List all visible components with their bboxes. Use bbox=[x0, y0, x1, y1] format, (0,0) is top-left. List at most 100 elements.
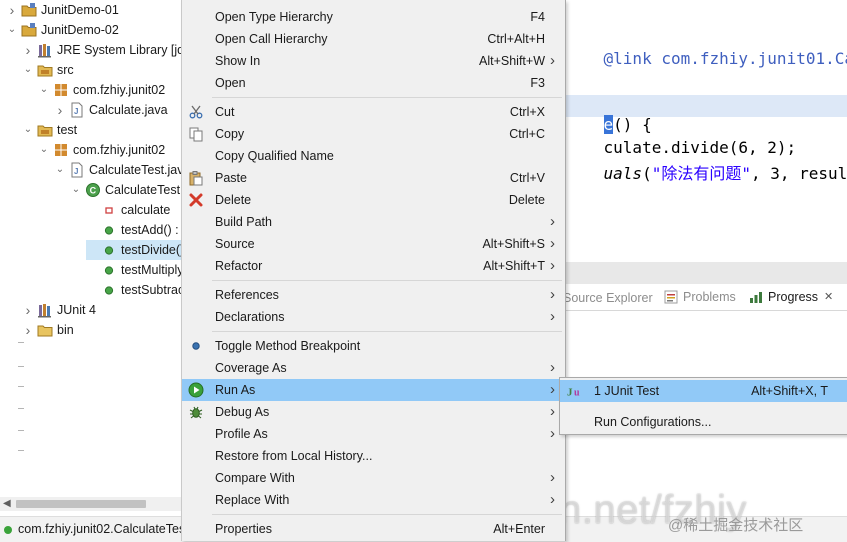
method-icon bbox=[4, 525, 12, 534]
chevron-right-icon[interactable]: › bbox=[22, 40, 34, 60]
tree-item[interactable]: ⌄ JunitDemo-02 bbox=[6, 20, 119, 40]
paste-icon bbox=[188, 170, 204, 186]
close-icon[interactable]: ✕ bbox=[824, 283, 833, 311]
tree-item[interactable]: testAdd() : void bbox=[86, 220, 182, 240]
menu-item-label: Cut bbox=[215, 105, 235, 119]
debug-icon bbox=[188, 404, 204, 420]
menu-item-show-in[interactable]: Show In Alt+Shift+W › bbox=[182, 50, 565, 72]
tree-item[interactable]: › JRE System Library [jd bbox=[22, 40, 182, 60]
tab-progress[interactable]: Progress ✕ bbox=[748, 283, 840, 311]
menu-item-declarations[interactable]: Declarations › bbox=[182, 306, 565, 328]
menu-item-run-as[interactable]: Run As › bbox=[182, 379, 565, 401]
menu-item-open-type-hierarchy[interactable]: Open Type Hierarchy F4 bbox=[182, 6, 565, 28]
submenu-item-1-junit-test[interactable]: Ju 1 JUnit Test Alt+Shift+X, T bbox=[560, 380, 847, 402]
menu-item-toggle-method-breakpoint[interactable]: Toggle Method Breakpoint bbox=[182, 335, 565, 357]
menu-item-shortcut: Ctrl+V bbox=[509, 171, 545, 185]
tree-item[interactable]: › bin bbox=[22, 320, 74, 340]
tree-item[interactable]: ⌄ src bbox=[22, 60, 74, 80]
scroll-left-icon[interactable]: ◀ bbox=[3, 497, 11, 511]
menu-item-label: Run Configurations... bbox=[594, 415, 712, 429]
menu-item-build-path[interactable]: Build Path › bbox=[182, 211, 565, 233]
menu-item-properties[interactable]: Properties Alt+Enter bbox=[182, 518, 565, 540]
menu-item-compare-with[interactable]: Compare With › bbox=[182, 467, 565, 489]
chevron-right-icon[interactable]: › bbox=[22, 300, 34, 320]
menu-item-profile-as[interactable]: Profile As › bbox=[182, 423, 565, 445]
menu-item-copy[interactable]: Copy Ctrl+C bbox=[182, 123, 565, 145]
class-icon: C bbox=[85, 182, 101, 198]
menu-item-debug-as[interactable]: Debug As › bbox=[182, 401, 565, 423]
chevron-down-icon[interactable]: ⌄ bbox=[70, 184, 82, 196]
tree-item[interactable]: › JUnit 4 bbox=[22, 300, 96, 320]
scrollbar-thumb[interactable] bbox=[16, 500, 146, 508]
chevron-right-icon[interactable]: › bbox=[22, 320, 34, 340]
chevron-down-icon[interactable]: ⌄ bbox=[38, 144, 50, 156]
menu-item-replace-with[interactable]: Replace With › bbox=[182, 489, 565, 511]
menu-item-references[interactable]: References › bbox=[182, 284, 565, 306]
divider bbox=[18, 342, 24, 343]
menu-item-refactor[interactable]: Refactor Alt+Shift+T › bbox=[182, 255, 565, 277]
menu-item-shortcut: F4 bbox=[530, 10, 545, 24]
chevron-down-icon[interactable]: ⌄ bbox=[38, 84, 50, 96]
tree-item-label: JUnit 4 bbox=[57, 303, 96, 317]
divider bbox=[18, 408, 24, 409]
editor-view-divider[interactable] bbox=[565, 262, 847, 284]
chevron-down-icon[interactable]: ⌄ bbox=[22, 124, 34, 136]
tree-item-label: bin bbox=[57, 323, 74, 337]
menu-item-restore-from-local-history[interactable]: Restore from Local History... bbox=[182, 445, 565, 467]
method-icon bbox=[101, 262, 117, 278]
chevron-down-icon[interactable]: ⌄ bbox=[22, 64, 34, 76]
tree-item[interactable]: ⌄ com.fzhiy.junit02 bbox=[38, 140, 165, 160]
tree-item-label: test bbox=[57, 123, 78, 137]
menu-item-coverage-as[interactable]: Coverage As › bbox=[182, 357, 565, 379]
tree-item-label: testMultiply() : void bbox=[121, 263, 182, 277]
menu-item-label: Source bbox=[215, 237, 255, 251]
menu-separator bbox=[212, 97, 562, 98]
problems-icon bbox=[663, 289, 679, 305]
menu-item-label: Properties bbox=[215, 522, 272, 536]
code-line: uals("除法有问题", 3, result); bbox=[603, 164, 847, 183]
tree-item[interactable]: › J Calculate.java bbox=[54, 100, 168, 120]
library-icon bbox=[37, 302, 53, 318]
menu-item-open-call-hierarchy[interactable]: Open Call Hierarchy Ctrl+Alt+H bbox=[182, 28, 565, 50]
menu-item-label: Delete bbox=[215, 193, 252, 207]
chevron-right-icon[interactable]: › bbox=[6, 0, 18, 20]
menu-item-shortcut: Alt+Shift+S bbox=[482, 237, 545, 251]
tree-item[interactable]: calculate bbox=[86, 200, 170, 220]
chevron-right-icon[interactable]: › bbox=[54, 100, 66, 120]
project-explorer-tree[interactable]: › JunitDemo-01 ⌄ JunitDemo-02 › JRE System Li… bbox=[0, 0, 182, 500]
svg-text:u: u bbox=[574, 388, 580, 399]
code-line: @link com.fzhiy.junit01.Calcu bbox=[603, 49, 847, 68]
chevron-down-icon[interactable]: ⌄ bbox=[54, 164, 66, 176]
menu-item-copy-qualified-name[interactable]: Copy Qualified Name bbox=[182, 145, 565, 167]
tree-item[interactable]: testDivide() : void bbox=[86, 240, 182, 260]
menu-item-open[interactable]: Open F3 bbox=[182, 72, 565, 94]
watermark-site: @稀土掘金技术社区 bbox=[668, 517, 804, 534]
menu-item-cut[interactable]: Cut Ctrl+X bbox=[182, 101, 565, 123]
tree-item[interactable]: ⌄ com.fzhiy.junit02 bbox=[38, 80, 165, 100]
tree-item[interactable]: ⌄ test bbox=[22, 120, 77, 140]
tree-item-label: JunitDemo-01 bbox=[41, 3, 119, 17]
tree-item[interactable]: ⌄ J CalculateTest.java bbox=[54, 160, 182, 180]
menu-item-shortcut: Ctrl+X bbox=[509, 105, 545, 119]
tree-item[interactable]: testSubtract() : void bbox=[86, 280, 182, 300]
menu-item-paste[interactable]: Paste Ctrl+V bbox=[182, 167, 565, 189]
horizontal-scrollbar[interactable]: ◀ bbox=[0, 497, 182, 511]
menu-item-delete[interactable]: Delete Delete bbox=[182, 189, 565, 211]
chevron-right-icon: › bbox=[550, 425, 555, 442]
menu-item-shortcut: Alt+Shift+W bbox=[479, 54, 545, 68]
source-folder-icon bbox=[37, 62, 53, 78]
tree-item[interactable]: › JunitDemo-01 bbox=[6, 0, 119, 20]
chevron-down-icon[interactable]: ⌄ bbox=[6, 24, 18, 36]
divider bbox=[18, 450, 24, 451]
tab-source-explorer[interactable]: Source Explorer bbox=[563, 284, 653, 310]
context-menu: Open Type Hierarchy F4 Open Call Hierarchy… bbox=[181, 0, 566, 541]
tab-problems[interactable]: Problems bbox=[663, 284, 736, 310]
tree-item[interactable]: ⌄ C CalculateTest bbox=[70, 180, 180, 200]
menu-item-source[interactable]: Source Alt+Shift+S › bbox=[182, 233, 565, 255]
tree-item[interactable]: testMultiply() : void bbox=[86, 260, 182, 280]
submenu-item-run-configurations[interactable]: Run Configurations... bbox=[560, 409, 847, 435]
chevron-right-icon: › bbox=[550, 359, 555, 376]
code-editor[interactable]: @link com.fzhiy.junit01.Calcu e() { cula… bbox=[565, 0, 847, 262]
menu-item-label: Open Call Hierarchy bbox=[215, 32, 328, 46]
chevron-right-icon: › bbox=[550, 257, 555, 274]
